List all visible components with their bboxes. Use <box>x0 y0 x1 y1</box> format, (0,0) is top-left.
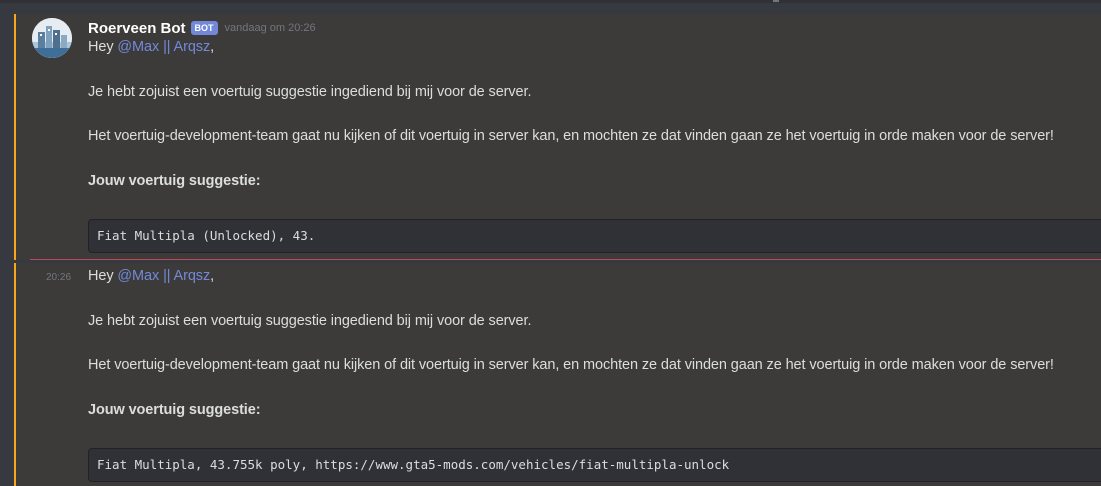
message-group[interactable]: Roerveen Bot BOT vandaag om 20:26 Hey @M… <box>14 14 1101 260</box>
greeting-line: Hey @Max || Arqsz, <box>88 39 214 55</box>
message-header: Roerveen Bot BOT vandaag om 20:26 <box>88 18 316 38</box>
bot-badge: BOT <box>190 21 218 35</box>
greeting-text: Hey <box>88 39 118 55</box>
new-messages-divider <box>30 259 1101 260</box>
scroll-indicator <box>773 0 779 2</box>
greeting-line: Hey @Max || Arqsz, <box>88 268 214 284</box>
message-line-1: Je hebt zojuist een voertuig suggestie i… <box>88 313 532 329</box>
greeting-text: Hey <box>88 268 118 284</box>
suggestion-heading: Jouw voertuig suggestie: <box>88 173 261 189</box>
top-border <box>0 0 1101 3</box>
user-mention[interactable]: @Max || Arqsz <box>117 268 210 284</box>
bot-avatar[interactable] <box>32 18 72 58</box>
suggestion-heading: Jouw voertuig suggestie: <box>88 402 261 418</box>
greeting-comma: , <box>210 39 215 55</box>
message-side-timestamp[interactable]: 20:26 <box>46 272 71 283</box>
message-line-2: Het voertuig-development-team gaat nu ki… <box>88 128 1054 144</box>
suggestion-codeblock[interactable]: Fiat Multipla, 43.755k poly, https://www… <box>88 448 1101 482</box>
greeting-comma: , <box>210 268 215 284</box>
author-name[interactable]: Roerveen Bot <box>88 20 186 37</box>
city-skyline-avatar-icon <box>32 18 72 58</box>
user-mention[interactable]: @Max || Arqsz <box>117 39 210 55</box>
message-group[interactable]: 20:26 Hey @Max || Arqsz, Je hebt zojuist… <box>14 263 1101 486</box>
message-line-2: Het voertuig-development-team gaat nu ki… <box>88 357 1054 373</box>
suggestion-codeblock[interactable]: Fiat Multipla (Unlocked), 43. <box>88 219 1101 253</box>
chat-view: Roerveen Bot BOT vandaag om 20:26 Hey @M… <box>0 0 1101 486</box>
message-line-1: Je hebt zojuist een voertuig suggestie i… <box>88 84 532 100</box>
message-timestamp[interactable]: vandaag om 20:26 <box>225 22 316 34</box>
